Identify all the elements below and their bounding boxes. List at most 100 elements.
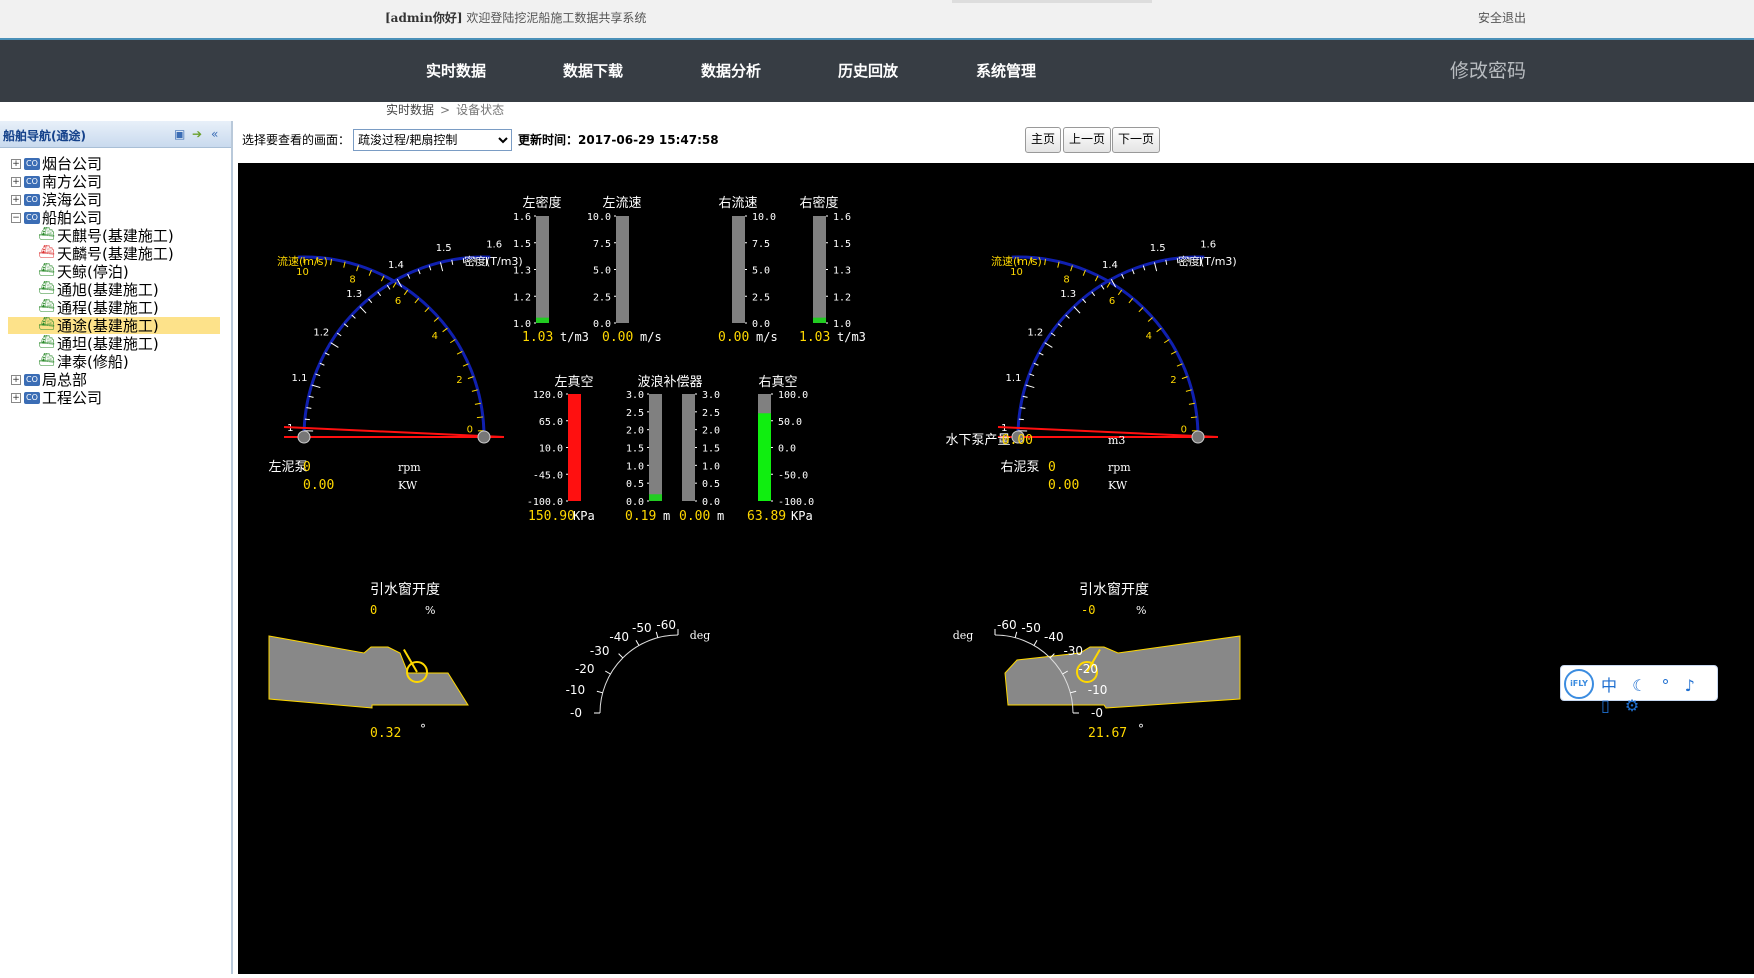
nav-download[interactable]: 数据下载 [563, 60, 623, 81]
left_window-angle-unit: ° [420, 722, 426, 736]
left_gauge-density-tick [440, 262, 442, 271]
right_window-angle: 21.67 [1088, 726, 1127, 741]
nav-playback[interactable]: 历史回放 [838, 60, 898, 81]
tree-node-label: 津泰(修船) [57, 353, 129, 371]
tree-node[interactable]: ⛴通程(基建施工) [0, 299, 231, 317]
tree-node[interactable]: −CO船舶公司 [0, 209, 231, 227]
ifly-icons[interactable]: 中 ☾ ° ♪ ▯ ⚙ [1601, 672, 1717, 715]
tree-node[interactable]: +CO南方公司 [0, 173, 231, 191]
content-toolbar: 选择要查看的画面： 疏浚过程/耙扇控制 更新时间：2017-06-29 15:4… [236, 121, 1754, 163]
breadcrumb-sep: > [440, 103, 450, 117]
expand-toggle-icon[interactable]: + [11, 159, 21, 169]
top-bar-0-tick-label: 1.3 [513, 266, 531, 277]
right-pump-label: 右泥泵 [1000, 460, 1039, 475]
prev-page-button[interactable]: 上一页 [1063, 127, 1111, 153]
tree-node[interactable]: ⛴通坦(基建施工) [0, 335, 231, 353]
nav-realtime[interactable]: 实时数据 [426, 60, 486, 81]
collapse-toggle-icon[interactable]: − [11, 213, 21, 223]
expand-toggle-icon[interactable]: + [11, 375, 21, 385]
company-icon[interactable]: ▣ [174, 127, 185, 141]
collapse-icon[interactable]: « [211, 127, 218, 141]
nav-system[interactable]: 系统管理 [976, 60, 1036, 81]
tree-node[interactable]: +CO烟台公司 [0, 155, 231, 173]
tree-node-label: 局总部 [42, 371, 87, 389]
vacuum-left-title: 左真空 [554, 375, 593, 390]
expand-toggle-icon[interactable]: + [11, 195, 21, 205]
breadcrumb-root[interactable]: 实时数据 [386, 103, 434, 117]
right_gauge-flow-tick-label: 2 [1170, 375, 1176, 386]
right_window-scale-tick [1034, 640, 1037, 645]
tree-node[interactable]: ⛴天麟号(基建施工) [0, 245, 231, 263]
wave-left-tick-label: 1.5 [626, 444, 644, 455]
wave-left-value: 0.19 [625, 509, 656, 524]
left_gauge-pivot [478, 431, 490, 443]
left-pump-label: 左泥泵 [268, 460, 307, 475]
sidebar: 船舶导航(通途) ▣ ➔ « +CO烟台公司+CO南方公司+CO滨海公司−CO船… [0, 121, 233, 974]
tree-node[interactable]: ⛴通途(基建施工) [0, 317, 231, 335]
tree-node[interactable]: ⛴通旭(基建施工) [0, 281, 231, 299]
left_window-scale-label: -30 [590, 644, 610, 658]
breadcrumb-current: 设备状态 [456, 103, 504, 117]
company-icon: CO [24, 212, 40, 224]
top-bar-unit: t/m3 [560, 330, 589, 344]
left_window-scale-tick [619, 654, 623, 658]
screen-select[interactable]: 疏浚过程/耙扇控制 [353, 129, 512, 151]
top-bar-1-tick-label: 2.5 [593, 292, 611, 303]
change-password-link[interactable]: 修改密码 [1450, 56, 1526, 83]
left_window-scale-tick [656, 632, 658, 638]
breadcrumb: 实时数据 > 设备状态 [386, 101, 504, 118]
tree-node[interactable]: ⛴天麒号(基建施工) [0, 227, 231, 245]
right_gauge-flow-tick-label: 10 [1010, 267, 1023, 278]
right_gauge-flow-tick [1139, 308, 1143, 312]
top-bar-2-bar-track [732, 216, 745, 323]
right_gauge-flow-tick [1129, 298, 1133, 303]
top-bar-3-bar-track [813, 216, 826, 323]
logout-link[interactable]: 安全退出 [1478, 9, 1526, 26]
top-bar-2-tick-label: 5.0 [752, 266, 770, 277]
tree-node-label: 滨海公司 [42, 191, 102, 209]
expand-toggle-icon[interactable]: + [11, 177, 21, 187]
right_gauge-flow-tick [1164, 339, 1169, 342]
home-button[interactable]: 主页 [1025, 127, 1061, 153]
vacuum-left-bar-fill [568, 394, 581, 501]
tree-node[interactable]: ⛴津泰(修船) [0, 353, 231, 371]
wave-left-bar-track [649, 394, 662, 501]
wave-right-tick-label: 0.5 [702, 479, 720, 490]
left_gauge-flow-tick-label: 8 [349, 274, 355, 285]
right_gauge-flow-tick-label: 6 [1109, 296, 1115, 307]
tree-node[interactable]: +CO工程公司 [0, 389, 231, 407]
vacuum-right-unit: KPa [791, 509, 813, 523]
left_gauge-density-tick-label: 1.1 [292, 373, 308, 384]
wave-left-bar-fill [649, 494, 662, 501]
left_gauge-flow-tick-label: 2 [456, 375, 462, 386]
update-time: 更新时间：2017-06-29 15:47:58 [518, 131, 719, 148]
nav-analysis[interactable]: 数据分析 [701, 60, 761, 81]
left_gauge-flow-tick [404, 290, 407, 295]
right_gauge-flow-tick [1191, 417, 1197, 418]
left_window-scale-label: -0 [570, 706, 582, 720]
tree-node-label: 南方公司 [42, 173, 102, 191]
greeting-user: [admin你好] [385, 11, 463, 25]
right_window-scale-label: -20 [1078, 662, 1098, 676]
tree-node[interactable]: +CO滨海公司 [0, 191, 231, 209]
next-page-button[interactable]: 下一页 [1112, 127, 1160, 153]
wave-right-tick-label: 1.0 [702, 461, 720, 472]
select-label: 选择要查看的画面： [242, 131, 350, 148]
company-icon: CO [24, 194, 40, 206]
right_gauge-density-tick-label: 1.1 [1006, 373, 1022, 384]
left_gauge-flow-tick-label: 10 [296, 267, 309, 278]
top-bar-title: 右流速 [718, 196, 757, 211]
tree-node[interactable]: ⛴天鲸(停泊) [0, 263, 231, 281]
vacuum-right-bar-fill [758, 413, 771, 501]
top-bar-title: 右密度 [799, 195, 838, 211]
top-bar-3-tick-label: 1.5 [833, 239, 851, 250]
left-pump-kw-unit: KW [398, 479, 418, 492]
expand-toggle-icon[interactable]: + [11, 393, 21, 403]
vacuum-left-value: 150.90 [528, 509, 575, 524]
left_gauge-flow-label: 流速(m/s) [277, 254, 328, 268]
ifly-logo-icon[interactable]: iFLY [1564, 669, 1594, 699]
arrow-right-icon[interactable]: ➔ [192, 127, 202, 141]
top-bar-title: 左流速 [602, 196, 641, 211]
tree-node[interactable]: +CO局总部 [0, 371, 231, 389]
ifly-toolbar[interactable]: iFLY 中 ☾ ° ♪ ▯ ⚙ [1560, 665, 1718, 701]
